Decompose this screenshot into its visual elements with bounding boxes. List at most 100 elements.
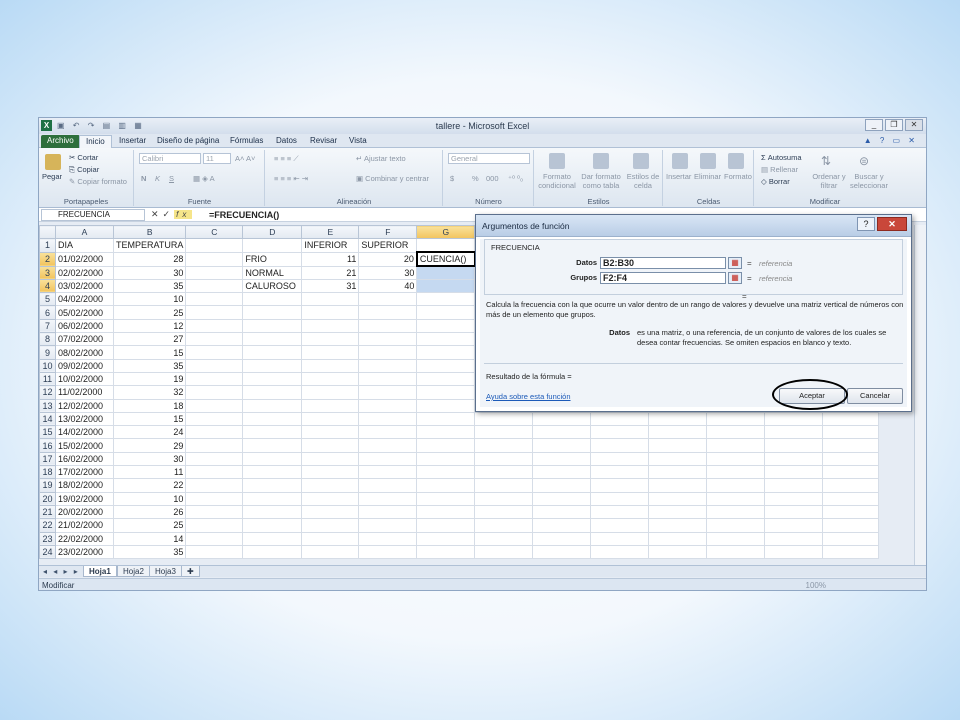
cell[interactable]: 11 <box>301 251 360 267</box>
cell[interactable] <box>301 438 360 453</box>
column-header[interactable]: A <box>55 224 114 240</box>
cell[interactable] <box>532 504 592 520</box>
new-sheet-icon[interactable]: ✚ <box>181 566 200 577</box>
percent-button[interactable]: % <box>472 174 479 183</box>
cell[interactable] <box>242 398 303 413</box>
cell[interactable] <box>822 451 880 467</box>
cell[interactable] <box>764 518 824 533</box>
row-header[interactable]: 21 <box>39 504 56 520</box>
cell[interactable] <box>185 332 244 347</box>
align-left-icon[interactable]: ≡ ≡ ≡ ⇤ ⇥ <box>274 174 308 183</box>
tab-diseno-de-pagina[interactable]: Diseño de página <box>151 135 225 148</box>
font-size-combo[interactable]: 11 <box>203 153 231 164</box>
cell[interactable]: 14/02/2000 <box>55 425 114 440</box>
find-select-button[interactable]: Buscar y seleccionar <box>847 172 891 190</box>
format-cells-icon[interactable] <box>728 153 744 169</box>
cell[interactable] <box>474 438 534 453</box>
row-header[interactable]: 6 <box>39 305 56 320</box>
cell[interactable] <box>416 398 476 413</box>
cell[interactable]: 35 <box>112 358 187 373</box>
format-as-table-button[interactable]: Dar formato como tabla <box>579 172 623 190</box>
cell[interactable] <box>764 451 824 467</box>
cell[interactable]: 10 <box>112 292 187 307</box>
cell[interactable]: 08/02/2000 <box>55 345 114 360</box>
cell[interactable] <box>532 438 592 453</box>
cell[interactable]: 23/02/2000 <box>55 544 114 560</box>
cell[interactable] <box>532 465 592 480</box>
row-header[interactable]: 16 <box>39 438 56 453</box>
cell[interactable] <box>822 504 880 520</box>
cell[interactable] <box>185 425 244 440</box>
insert-function-icon[interactable]: fx <box>174 210 193 219</box>
cell[interactable] <box>416 318 476 334</box>
cell[interactable] <box>822 438 880 453</box>
cell[interactable] <box>416 238 476 253</box>
cell[interactable] <box>301 411 360 427</box>
cell[interactable] <box>242 358 303 373</box>
arg-input-datos[interactable]: B2:B30 <box>600 257 726 269</box>
ok-button[interactable]: Aceptar <box>779 388 845 404</box>
cell[interactable] <box>590 425 650 440</box>
cell[interactable]: 32 <box>112 385 187 400</box>
cell[interactable] <box>416 265 476 280</box>
collapse-dialog-icon[interactable]: ▦ <box>728 272 742 284</box>
borders-icon[interactable]: ▦ ◈ A <box>193 174 215 183</box>
cell[interactable] <box>358 504 418 520</box>
row-header[interactable]: 9 <box>39 345 56 360</box>
row-header[interactable]: 22 <box>39 518 56 533</box>
cell[interactable] <box>590 451 650 467</box>
cell[interactable] <box>185 305 244 320</box>
fill-button[interactable]: ▤ Rellenar <box>761 165 798 174</box>
cell[interactable] <box>416 451 476 467</box>
cell[interactable]: 02/02/2000 <box>55 265 114 280</box>
cell[interactable] <box>590 411 650 427</box>
cell[interactable] <box>242 238 303 253</box>
cell[interactable] <box>242 292 303 307</box>
column-header[interactable]: F <box>358 224 418 240</box>
tab-revisar[interactable]: Revisar <box>304 135 343 148</box>
cell[interactable] <box>416 345 476 360</box>
cell[interactable]: 14 <box>112 531 187 546</box>
cell[interactable] <box>764 425 824 440</box>
insert-button[interactable]: Insertar <box>666 172 691 181</box>
cell[interactable]: 28 <box>112 251 187 267</box>
cell[interactable] <box>648 518 708 533</box>
cell[interactable] <box>301 358 360 373</box>
cell[interactable] <box>648 438 708 453</box>
cell[interactable] <box>764 544 824 560</box>
paste-button[interactable]: Pegar <box>42 172 62 181</box>
dialog-close-button[interactable]: ✕ <box>877 217 907 231</box>
cell[interactable] <box>185 398 244 413</box>
cell[interactable]: 25 <box>112 518 187 533</box>
format-painter-button[interactable]: ✎ Copiar formato <box>69 177 127 186</box>
cell[interactable] <box>474 465 534 480</box>
cell-styles-button[interactable]: Estilos de celda <box>625 172 661 190</box>
cell[interactable] <box>706 491 766 506</box>
cell[interactable] <box>301 518 360 533</box>
cell[interactable] <box>358 465 418 480</box>
cell[interactable] <box>648 504 708 520</box>
tab-inicio[interactable]: Inicio <box>79 135 112 148</box>
cell[interactable]: CUENCIA() <box>415 251 476 268</box>
cell[interactable] <box>764 504 824 520</box>
cell[interactable] <box>706 465 766 480</box>
cell[interactable] <box>358 518 418 533</box>
cell[interactable] <box>706 518 766 533</box>
row-header[interactable]: 14 <box>39 411 56 427</box>
cell[interactable] <box>185 251 244 267</box>
row-header[interactable]: 24 <box>39 544 56 560</box>
sort-filter-button[interactable]: Ordenar y filtrar <box>811 172 847 190</box>
cell[interactable] <box>358 451 418 467</box>
sheet-nav-arrows-icon[interactable]: ◂ ◂ ▸ ▸ <box>43 567 80 576</box>
bold-button[interactable]: N <box>141 174 146 183</box>
cell[interactable] <box>185 265 244 280</box>
cell[interactable] <box>416 518 476 533</box>
cell[interactable] <box>706 544 766 560</box>
name-box[interactable]: FRECUENCIA <box>41 209 145 221</box>
select-all-corner[interactable] <box>39 224 56 240</box>
cell[interactable]: 20 <box>358 251 418 267</box>
cell[interactable] <box>242 425 303 440</box>
cell[interactable]: NORMAL <box>242 265 303 280</box>
cell[interactable] <box>416 292 476 307</box>
cell[interactable] <box>242 371 303 387</box>
